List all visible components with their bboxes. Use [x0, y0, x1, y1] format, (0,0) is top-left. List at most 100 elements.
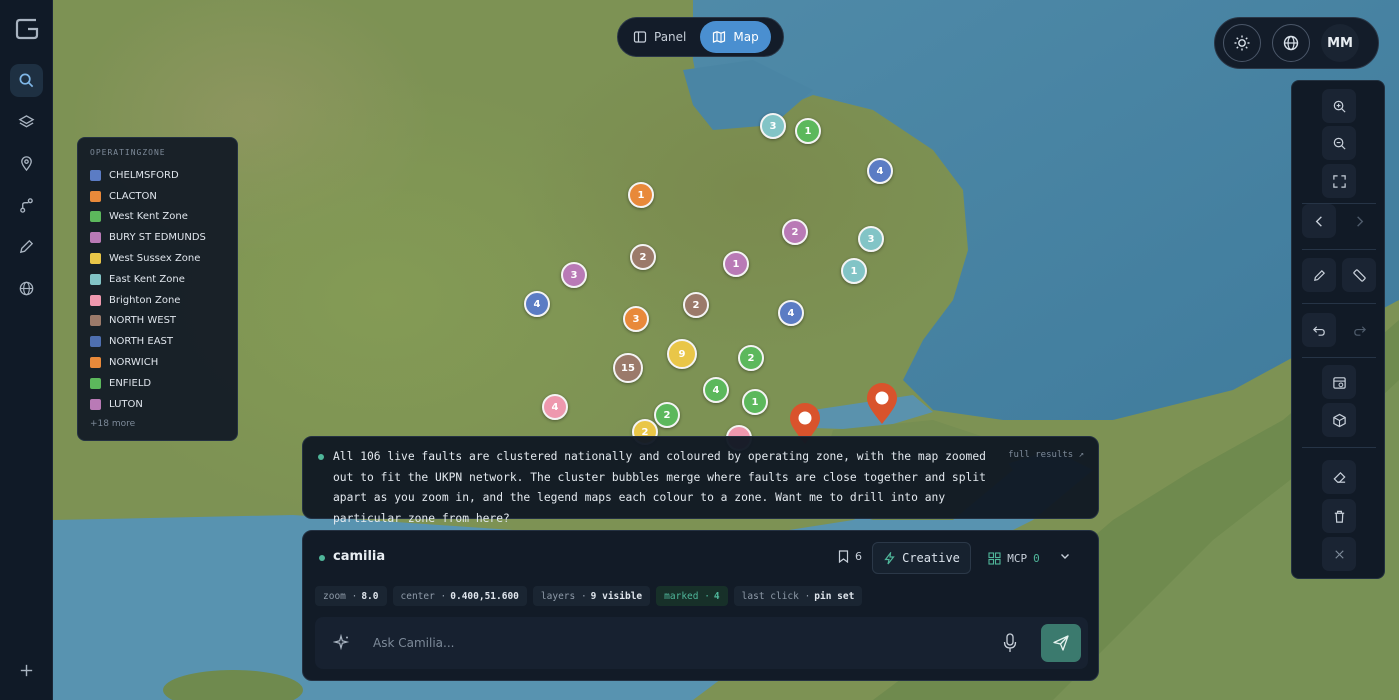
- legend-item[interactable]: CLACTON: [90, 186, 225, 207]
- fault-cluster[interactable]: 3: [760, 113, 786, 139]
- undo-button[interactable]: [1302, 313, 1336, 347]
- context-chip[interactable]: zoom · 8.0: [315, 586, 387, 606]
- chat-input[interactable]: [373, 617, 973, 669]
- map-pin-icon: [21, 156, 32, 172]
- context-chip[interactable]: last click · pin set: [733, 586, 863, 606]
- fault-cluster[interactable]: 2: [782, 219, 808, 245]
- fit-bounds-button[interactable]: [1322, 164, 1356, 198]
- legend-item[interactable]: NORTH EAST: [90, 331, 225, 352]
- legend-more-link[interactable]: +18 more: [90, 419, 225, 429]
- legend-item[interactable]: NORWICH: [90, 352, 225, 373]
- sidebar-route-button[interactable]: [10, 189, 43, 222]
- sidebar-pin-button[interactable]: [10, 147, 43, 180]
- search-icon: [19, 73, 34, 88]
- fault-cluster[interactable]: 2: [683, 292, 709, 318]
- legend-item[interactable]: LUTON: [90, 394, 225, 415]
- clear-button[interactable]: [1322, 537, 1356, 571]
- legend-swatch: [90, 315, 101, 327]
- toggle-panel-label: Panel: [654, 30, 687, 44]
- fault-cluster[interactable]: 1: [723, 251, 749, 277]
- microphone-icon[interactable]: [1003, 633, 1017, 653]
- fault-cluster[interactable]: 1: [742, 389, 768, 415]
- send-button[interactable]: [1041, 624, 1081, 662]
- legend-label: BURY ST EDMUNDS: [109, 232, 206, 244]
- legend-item[interactable]: Brighton Zone: [90, 290, 225, 311]
- ruler-icon: [1352, 268, 1366, 282]
- measure-button[interactable]: [1342, 258, 1376, 292]
- fault-cluster[interactable]: 1: [628, 182, 654, 208]
- fault-cluster[interactable]: 3: [858, 226, 884, 252]
- fault-cluster[interactable]: 2: [630, 244, 656, 270]
- sidebar-add-button[interactable]: [10, 654, 43, 687]
- zoom-in-button[interactable]: [1322, 89, 1356, 123]
- erase-button[interactable]: [1322, 460, 1356, 494]
- fault-cluster[interactable]: 3: [561, 262, 587, 288]
- legend-item[interactable]: CHELMSFORD: [90, 165, 225, 186]
- mcp-count: 0: [1033, 551, 1040, 565]
- redo-button[interactable]: [1342, 313, 1376, 347]
- legend-item[interactable]: NORTH WEST: [90, 311, 225, 332]
- fault-cluster[interactable]: 2: [738, 345, 764, 371]
- view-toggle: Panel Map: [617, 17, 784, 57]
- context-chip[interactable]: marked · 4: [656, 586, 728, 606]
- map-pin-icon[interactable]: [864, 381, 900, 425]
- legend-item[interactable]: BURY ST EDMUNDS: [90, 227, 225, 248]
- 3d-view-button[interactable]: [1322, 403, 1356, 437]
- fault-cluster[interactable]: 1: [795, 118, 821, 144]
- legend-swatch: [90, 336, 101, 348]
- left-sidebar: [0, 0, 53, 700]
- fault-cluster[interactable]: 9: [667, 339, 697, 369]
- context-chips: zoom · 8.0 center · 0.400,51.600 layers · 9 v…: [315, 586, 863, 606]
- context-chip[interactable]: center · 0.400,51.600: [392, 586, 527, 606]
- toggle-map-button[interactable]: Map: [700, 21, 771, 53]
- sidebar-globe-button[interactable]: [10, 272, 43, 305]
- next-view-button[interactable]: [1342, 204, 1376, 238]
- cube-icon: [1332, 413, 1346, 427]
- context-chip[interactable]: layers · 9 visible: [532, 586, 651, 606]
- sidebar-layers-button[interactable]: [10, 106, 43, 139]
- legend-label: NORWICH: [109, 357, 159, 369]
- fault-cluster[interactable]: 4: [542, 394, 568, 420]
- fault-cluster[interactable]: 1: [841, 258, 867, 284]
- fault-cluster[interactable]: 4: [703, 377, 729, 403]
- layers-icon: [18, 115, 35, 128]
- chevron-right-icon: [1356, 215, 1363, 227]
- legend-item[interactable]: West Kent Zone: [90, 207, 225, 228]
- legend-swatch: [90, 273, 101, 285]
- zoom-out-button[interactable]: [1322, 126, 1356, 160]
- legend-item[interactable]: West Sussex Zone: [90, 248, 225, 269]
- mcp-button[interactable]: MCP 0: [978, 542, 1050, 574]
- globe-icon: [1283, 35, 1299, 51]
- fault-cluster[interactable]: 2: [654, 402, 680, 428]
- legend-label: Brighton Zone: [109, 294, 181, 306]
- mode-creative-button[interactable]: Creative: [872, 542, 971, 574]
- fault-cluster[interactable]: 4: [778, 300, 804, 326]
- schedule-button[interactable]: [1322, 365, 1356, 399]
- legend-item[interactable]: ENFIELD: [90, 373, 225, 394]
- sidebar-draw-button[interactable]: [10, 230, 43, 263]
- full-results-link[interactable]: full results ↗: [1008, 450, 1084, 460]
- legend-label: West Kent Zone: [109, 211, 188, 223]
- sparkle-icon[interactable]: [333, 634, 351, 652]
- delete-button[interactable]: [1322, 499, 1356, 533]
- chevron-down-icon[interactable]: [1059, 550, 1071, 562]
- bookmarks-button[interactable]: 6: [838, 550, 862, 563]
- chevron-left-icon: [1315, 215, 1322, 227]
- legend-label: NORTH EAST: [109, 336, 173, 348]
- legend-item[interactable]: East Kent Zone: [90, 269, 225, 290]
- draw-button[interactable]: [1302, 258, 1336, 292]
- user-avatar[interactable]: MM: [1321, 24, 1359, 62]
- legend-label: NORTH WEST: [109, 315, 177, 327]
- toggle-panel-button[interactable]: Panel: [621, 21, 698, 53]
- sidebar-search-button[interactable]: [10, 64, 43, 97]
- language-button[interactable]: [1272, 24, 1310, 62]
- previous-view-button[interactable]: [1302, 204, 1336, 238]
- fault-cluster[interactable]: 4: [867, 158, 893, 184]
- assistant-message-text: All 106 live faults are clustered nation…: [333, 450, 986, 525]
- fault-cluster[interactable]: 15: [613, 353, 643, 383]
- legend-title: OPERATINGZONE: [90, 148, 166, 157]
- fault-cluster[interactable]: 4: [524, 291, 550, 317]
- fault-cluster[interactable]: 3: [623, 306, 649, 332]
- theme-toggle-button[interactable]: [1223, 24, 1261, 62]
- g-logo-icon[interactable]: [14, 16, 40, 42]
